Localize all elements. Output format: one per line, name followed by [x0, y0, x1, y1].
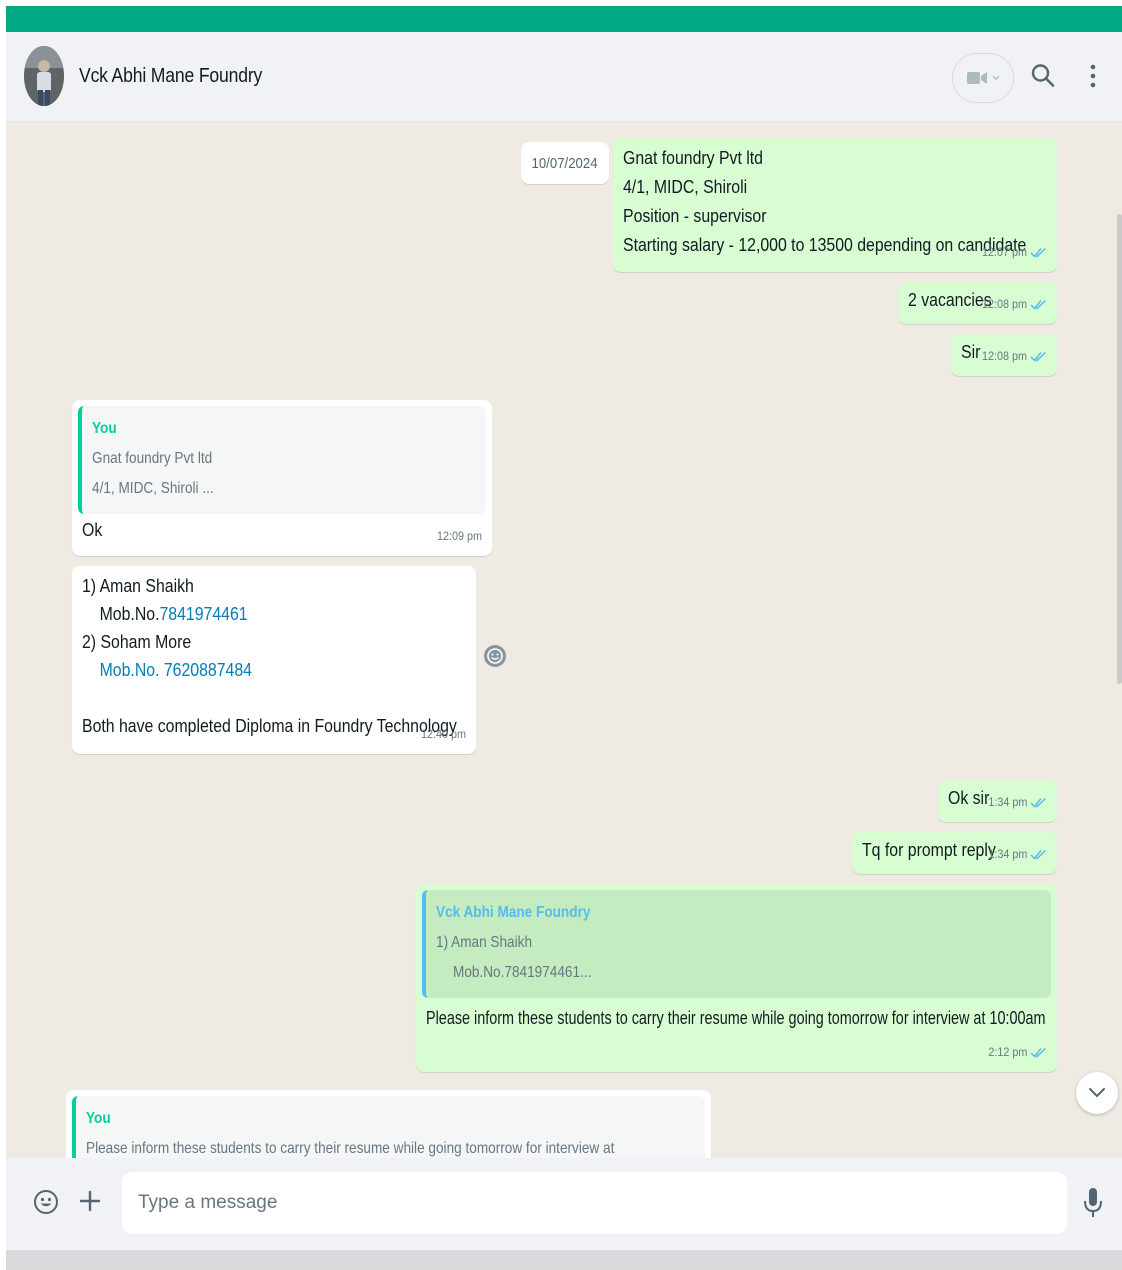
message-outgoing[interactable]: Vck Abhi Mane Foundry 1) Aman Shaikh Mob…: [416, 884, 1057, 1072]
avatar-photo-icon: [24, 46, 64, 106]
message-text: Ok: [82, 520, 103, 540]
quote-line: 1) Aman Shaikh: [436, 934, 533, 951]
chat-window: Vck Abhi Mane Foundry 10/07/2024 Gnat fo…: [6, 32, 1122, 1250]
message-meta: 12:09 pm: [432, 522, 482, 551]
search-button[interactable]: [1028, 61, 1058, 91]
double-check-icon: [1030, 797, 1047, 808]
message-outgoing[interactable]: Gnat foundry Pvt ltd 4/1, MIDC, Shiroli …: [613, 138, 1057, 272]
message-line: Mob.No.7841974461: [99, 604, 248, 624]
video-camera-icon: [967, 72, 987, 84]
double-check-icon: [1030, 849, 1047, 860]
quote-line: Mob.No.7841974461...: [453, 964, 592, 981]
message-time: 1:34 pm: [987, 795, 1027, 809]
date-chip: 10/07/2024: [521, 142, 609, 184]
message-line: Gnat foundry Pvt ltd: [623, 148, 764, 168]
quoted-message[interactable]: Vck Abhi Mane Foundry 1) Aman Shaikh Mob…: [422, 890, 1051, 998]
chevron-down-icon: [1089, 1088, 1105, 1098]
message-line: 4/1, MIDC, Shiroli: [623, 177, 748, 197]
quote-author: Vck Abhi Mane Foundry: [436, 904, 591, 921]
search-icon: [1031, 64, 1055, 87]
double-check-icon: [1030, 351, 1047, 362]
message-line: 2) Soham More: [82, 632, 192, 652]
message-outgoing[interactable]: Tq for prompt reply 1:34 pm: [852, 832, 1057, 874]
message-meta: 1:34 pm: [984, 840, 1047, 869]
message-incoming[interactable]: You Please inform these students to carr…: [66, 1090, 711, 1162]
bottom-bar: [6, 1250, 1122, 1270]
phone-link[interactable]: Mob.No. 7620887484: [82, 656, 420, 684]
message-time: 12:08 pm: [981, 297, 1027, 311]
message-line: 1) Aman Shaikh: [82, 576, 194, 596]
message-text: Please inform these students to carry th…: [426, 1008, 1046, 1028]
quote-author: You: [86, 1110, 111, 1127]
smiley-icon: [484, 645, 506, 667]
voice-message-button[interactable]: [1082, 1186, 1104, 1220]
react-button[interactable]: [483, 644, 507, 668]
emoji-icon: [34, 1190, 58, 1214]
quote-author: You: [92, 420, 117, 437]
message-line: Starting salary - 12,000 to 13500 depend…: [623, 235, 1027, 255]
message-meta: 12:08 pm: [977, 290, 1047, 319]
contact-name[interactable]: Vck Abhi Mane Foundry: [79, 65, 262, 88]
scroll-to-bottom-button[interactable]: [1076, 1072, 1118, 1114]
message-outgoing[interactable]: Sir 12:08 pm: [951, 334, 1057, 376]
attach-button[interactable]: [78, 1189, 102, 1213]
message-time: 2:12 pm: [987, 1045, 1027, 1059]
message-list: 10/07/2024 Gnat foundry Pvt ltd 4/1, MID…: [6, 122, 1122, 1162]
composer-bar: [6, 1158, 1122, 1250]
message-incoming[interactable]: 1) Aman Shaikh Mob.No.7841974461 2) Soha…: [72, 566, 476, 754]
double-check-icon: [1030, 247, 1047, 258]
emoji-button[interactable]: [33, 1189, 59, 1215]
video-call-button[interactable]: [952, 53, 1014, 103]
menu-button[interactable]: [1082, 61, 1104, 91]
message-outgoing[interactable]: Ok sir 1:34 pm: [938, 780, 1057, 822]
quote-line: Gnat foundry Pvt ltd: [92, 450, 213, 467]
message-time: 12:09 pm: [436, 529, 482, 543]
phone-link[interactable]: 7841974461: [159, 604, 247, 624]
double-check-icon: [1030, 299, 1047, 310]
message-outgoing[interactable]: 2 vacancies 12:08 pm: [898, 282, 1057, 324]
quote-line: 4/1, MIDC, Shiroli ...: [92, 480, 214, 497]
message-meta: 1:34 pm: [984, 788, 1047, 817]
more-vertical-icon: [1090, 64, 1096, 88]
message-meta: 2:12 pm: [984, 1038, 1047, 1067]
message-incoming[interactable]: You Gnat foundry Pvt ltd 4/1, MIDC, Shir…: [72, 400, 492, 556]
message-line: Position - supervisor: [623, 206, 767, 226]
message-meta: 12:40 pm: [416, 720, 466, 749]
double-check-icon: [1030, 1047, 1047, 1058]
message-time: 1:34 pm: [987, 847, 1027, 861]
quoted-message[interactable]: You Please inform these students to carr…: [72, 1096, 705, 1162]
microphone-icon: [1084, 1188, 1102, 1217]
message-meta: 12:07 pm: [977, 238, 1047, 267]
chevron-down-icon: [992, 75, 1000, 81]
message-line: Both have completed Diploma in Foundry T…: [82, 716, 457, 736]
message-meta: 12:08 pm: [977, 342, 1047, 371]
message-time: 12:40 pm: [420, 727, 466, 741]
chat-header: Vck Abhi Mane Foundry: [6, 32, 1122, 122]
message-time: 12:08 pm: [981, 349, 1027, 363]
quoted-message[interactable]: You Gnat foundry Pvt ltd 4/1, MIDC, Shir…: [78, 406, 486, 514]
message-input[interactable]: [122, 1172, 1067, 1234]
message-time: 12:07 pm: [981, 245, 1027, 259]
plus-icon: [79, 1190, 101, 1212]
contact-avatar[interactable]: [24, 46, 64, 106]
message-text: Tq for prompt reply: [862, 840, 996, 860]
top-accent-bar: [6, 6, 1122, 32]
